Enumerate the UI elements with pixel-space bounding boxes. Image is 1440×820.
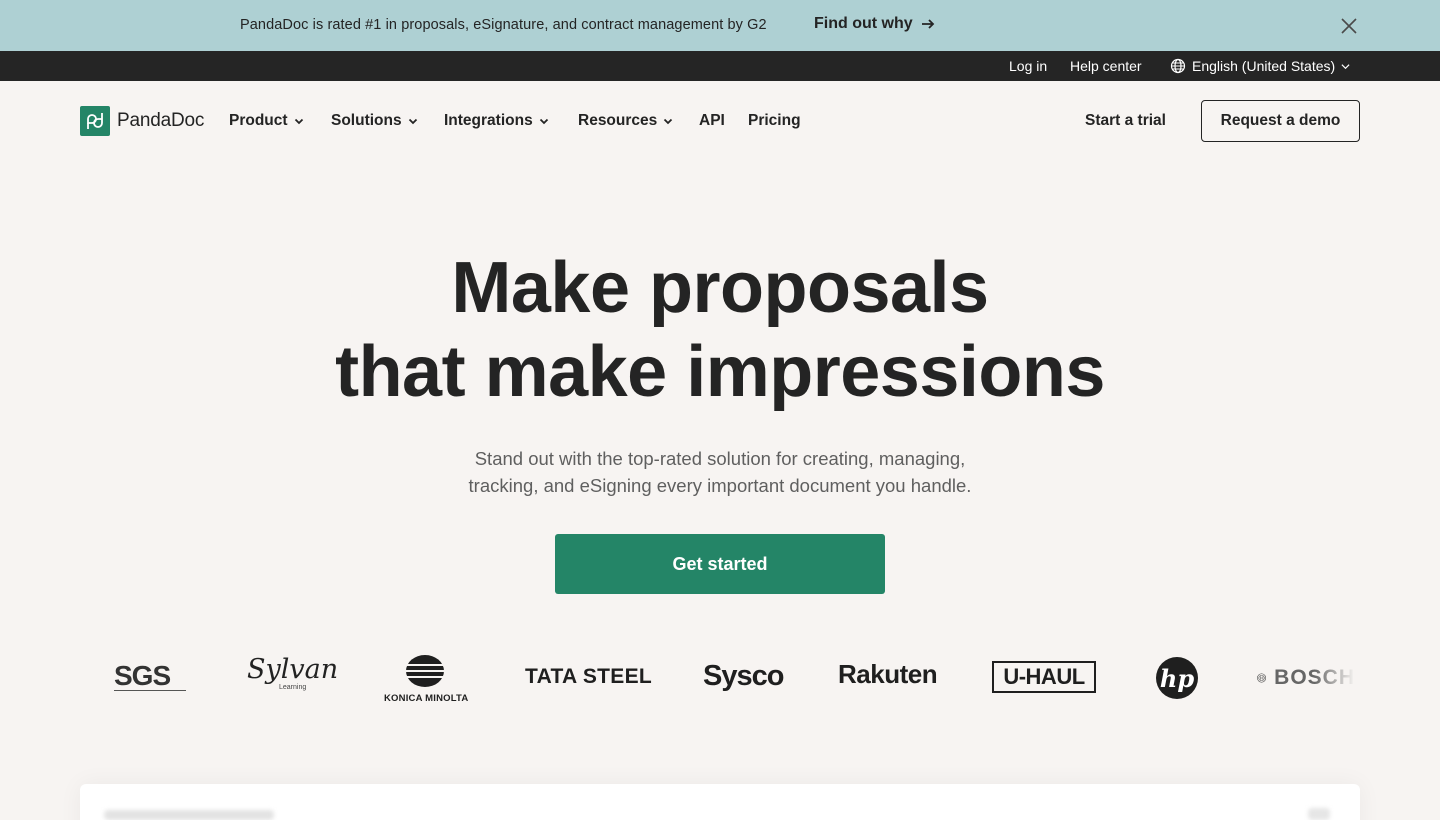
chevron-down-icon <box>294 118 303 125</box>
konica-minolta-globe-icon <box>406 655 444 687</box>
utility-bar: Log in Help center English (United State… <box>0 51 1440 81</box>
nav-integrations[interactable]: Integrations <box>444 112 549 130</box>
preview-placeholder-dot <box>1308 808 1330 820</box>
language-label: English (United States) <box>1192 58 1336 74</box>
sgs-logo: SGS <box>114 660 186 692</box>
bosch-armature-icon <box>1257 673 1267 683</box>
hero-title-line-1: Make proposals <box>451 248 989 328</box>
sysco-logo: Sysco <box>703 660 784 692</box>
promo-link-label: Find out why <box>814 15 913 32</box>
globe-icon <box>1170 58 1186 74</box>
language-selector[interactable]: English (United States) <box>1170 58 1350 74</box>
hp-logo: hp <box>1156 657 1198 699</box>
pandadoc-logo-icon <box>80 106 110 136</box>
chevron-down-icon <box>664 118 673 125</box>
nav-resources[interactable]: Resources <box>578 112 673 130</box>
login-link[interactable]: Log in <box>1009 58 1047 74</box>
tata-steel-logo: TATA STEEL <box>525 665 653 688</box>
get-started-button[interactable]: Get started <box>555 534 885 594</box>
chevron-down-icon <box>539 118 548 125</box>
nav-solutions-label: Solutions <box>331 112 402 129</box>
nav-api[interactable]: API <box>699 112 725 130</box>
hero-subtitle-line-2: tracking, and eSigning every important d… <box>468 475 972 496</box>
uhaul-logo: U-HAUL <box>992 661 1096 693</box>
nav-pricing-label: Pricing <box>748 112 801 129</box>
help-center-link[interactable]: Help center <box>1070 58 1142 74</box>
promo-text: PandaDoc is rated #1 in proposals, eSign… <box>240 17 767 33</box>
hero-subtitle-line-1: Stand out with the top-rated solution fo… <box>474 448 966 469</box>
customer-logos: SGS Sylvan Learning KONICA MINOLTA TATA … <box>0 650 1440 710</box>
start-trial-link[interactable]: Start a trial <box>1085 112 1166 130</box>
bosch-logo: BOSCH <box>1257 665 1355 691</box>
rakuten-logo: Rakuten <box>838 659 938 689</box>
pandadoc-logo[interactable]: PandaDoc <box>80 106 204 136</box>
chevron-down-icon <box>408 118 417 125</box>
product-preview-card <box>80 784 1360 820</box>
promo-banner: PandaDoc is rated #1 in proposals, eSign… <box>0 0 1440 51</box>
close-icon[interactable] <box>1339 16 1359 36</box>
nav-resources-label: Resources <box>578 112 658 129</box>
konica-minolta-logo: KONICA MINOLTA <box>384 654 468 706</box>
nav-product[interactable]: Product <box>229 112 304 130</box>
hero-title: Make proposals that make impressions <box>0 246 1440 414</box>
nav-integrations-label: Integrations <box>444 112 533 129</box>
nav-api-label: API <box>699 112 725 129</box>
nav-product-label: Product <box>229 112 288 129</box>
preview-placeholder-bar <box>104 810 274 820</box>
nav-solutions[interactable]: Solutions <box>331 112 418 130</box>
brand-name: PandaDoc <box>117 110 205 131</box>
hero-title-line-2: that make impressions <box>335 332 1105 412</box>
request-demo-button[interactable]: Request a demo <box>1201 100 1360 142</box>
sylvan-learning-logo: Sylvan Learning <box>247 654 339 691</box>
nav-pricing[interactable]: Pricing <box>748 112 801 130</box>
hero-subtitle: Stand out with the top-rated solution fo… <box>420 445 1020 499</box>
chevron-down-icon <box>1341 63 1350 69</box>
arrow-right-icon <box>921 19 934 29</box>
promo-find-out-link[interactable]: Find out why <box>814 15 935 33</box>
